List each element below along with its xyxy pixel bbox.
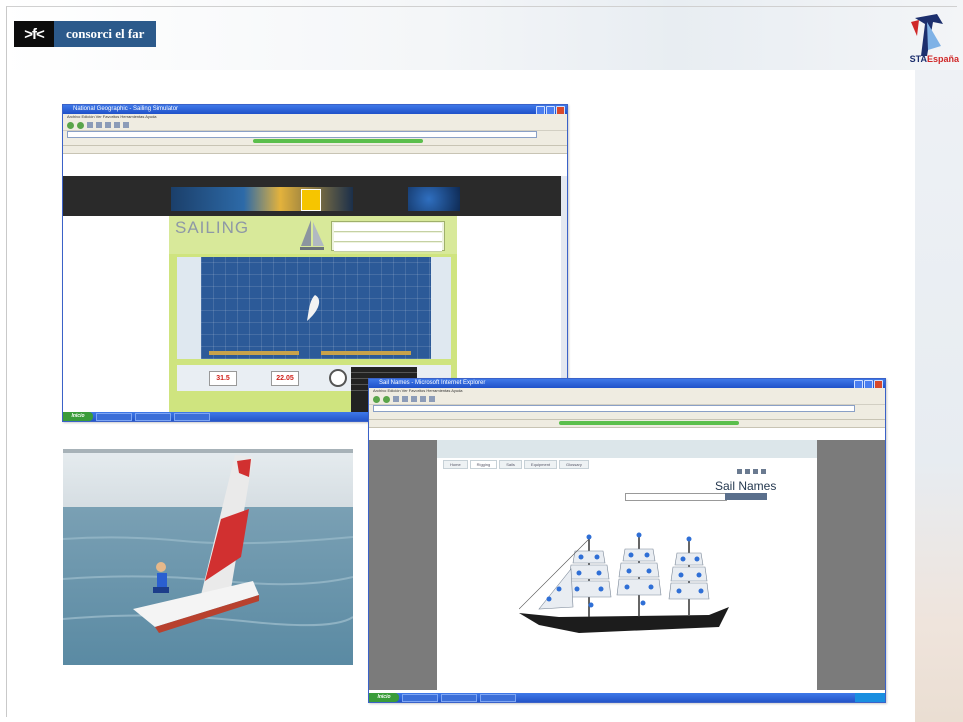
forward-icon[interactable]: [77, 121, 84, 129]
ng-logo-icon: [301, 189, 321, 211]
tab-rigging[interactable]: Rigging: [469, 460, 498, 469]
refresh-icon[interactable]: [96, 122, 102, 128]
logo-text: consorci el far: [54, 21, 157, 47]
close-button[interactable]: [556, 106, 565, 114]
sailing-address-field[interactable]: [67, 131, 537, 138]
sailing-window-title: National Geographic - Sailing Simulator: [73, 106, 179, 112]
ng-ad-image-2[interactable]: [408, 187, 460, 211]
search-icon[interactable]: [114, 122, 120, 128]
consorci-logo: >f< consorci el far: [14, 20, 157, 48]
favorites-icon[interactable]: [123, 122, 129, 128]
email-icon[interactable]: [745, 469, 750, 474]
minimize-button[interactable]: [854, 380, 863, 388]
setting-row-2[interactable]: [334, 233, 442, 242]
logo-mark: >f<: [14, 21, 54, 47]
page-right-margin: [817, 440, 885, 690]
sailnames-window-title: Sail Names - Microsoft Internet Explorer: [379, 380, 486, 386]
ship-type-select[interactable]: [625, 493, 727, 501]
maximize-button[interactable]: [546, 106, 555, 114]
readout-left: 31.5: [209, 371, 237, 386]
tab-sails[interactable]: Sails: [499, 460, 522, 469]
site-header: [437, 440, 817, 458]
ng-ad-image[interactable]: [171, 187, 353, 211]
sailing-links-bar-2: [63, 146, 567, 154]
setting-row-3[interactable]: [334, 243, 442, 252]
sailnames-toolbar: [369, 394, 885, 405]
refresh-icon[interactable]: [402, 396, 408, 402]
taskbar-item-3[interactable]: [480, 693, 516, 702]
sailnames-progress-bar: [559, 421, 739, 425]
3d-sailboat-image: [63, 449, 353, 665]
sta-logo-text: STAEspaña: [909, 54, 959, 64]
tab-equipment[interactable]: Equipment: [523, 460, 558, 469]
readout-right: 22.05: [271, 371, 299, 386]
page-tool-icons: [737, 469, 766, 474]
close-button[interactable]: [874, 380, 883, 388]
taskbar-item-1[interactable]: [402, 693, 438, 702]
boat-top-view-icon: [307, 295, 320, 321]
ocean-sliders: [201, 349, 431, 357]
ocean-left-panel: [177, 257, 202, 359]
sailboat-icon: [300, 220, 324, 250]
home-icon[interactable]: [105, 122, 111, 128]
sailnames-address-field[interactable]: [373, 405, 855, 412]
share-icon[interactable]: [753, 469, 758, 474]
slider-right[interactable]: [321, 351, 411, 355]
page-heading: Sail Names: [715, 479, 777, 493]
minimize-button[interactable]: [536, 106, 545, 114]
page-left-margin: [369, 440, 437, 690]
compass-icon[interactable]: [329, 369, 347, 387]
sailnames-links-bar: [369, 412, 885, 420]
sailing-game-title: SAILING: [175, 218, 250, 237]
stop-icon[interactable]: [87, 122, 93, 128]
slider-left[interactable]: [209, 351, 299, 355]
back-icon[interactable]: [373, 395, 380, 403]
slide: >f< consorci el far STAEspaña National G…: [0, 0, 963, 722]
sailing-toolbar: [63, 120, 567, 131]
tab-glossary[interactable]: Glossary: [559, 460, 589, 469]
stop-icon[interactable]: [393, 396, 399, 402]
setting-row-1[interactable]: [334, 223, 442, 232]
sailing-window-titlebar: National Geographic - Sailing Simulator: [63, 105, 567, 114]
sailing-scrollbar[interactable]: [561, 176, 567, 412]
sailing-progress-bar: [253, 139, 423, 143]
sailnames-window-titlebar: Sail Names - Microsoft Internet Explorer: [369, 379, 885, 388]
home-icon[interactable]: [411, 396, 417, 402]
help-icon[interactable]: [761, 469, 766, 474]
go-button[interactable]: [725, 493, 767, 500]
taskbar-item-3[interactable]: [174, 412, 210, 421]
ocean-right-panel: [431, 257, 451, 359]
maximize-button[interactable]: [864, 380, 873, 388]
sailing-links-bar: [63, 138, 567, 146]
back-icon[interactable]: [67, 121, 74, 129]
site-tabs: Home Rigging Sails Equipment Glossary: [443, 460, 589, 469]
start-button[interactable]: Inicio: [369, 693, 399, 702]
sailing-settings-box: [331, 221, 445, 252]
sailnames-address-row: [369, 405, 885, 412]
start-button[interactable]: Inicio: [63, 412, 93, 421]
forward-icon[interactable]: [383, 395, 390, 403]
search-icon[interactable]: [420, 396, 426, 402]
taskbar-item-1[interactable]: [96, 412, 132, 421]
taskbar-item-2[interactable]: [135, 412, 171, 421]
taskbar-item-2[interactable]: [441, 693, 477, 702]
sailnames-progress-row: [369, 420, 885, 428]
tab-home[interactable]: Home: [443, 460, 468, 469]
sail-names-browser-window: Sail Names - Microsoft Internet Explorer…: [368, 378, 886, 703]
sailing-browser-window: National Geographic - Sailing Simulator …: [62, 104, 568, 422]
favorites-icon[interactable]: [429, 396, 435, 402]
sailing-address-row: [63, 131, 567, 138]
print-icon[interactable]: [737, 469, 742, 474]
system-tray: [855, 693, 885, 702]
ocean-map[interactable]: [201, 257, 431, 359]
sailnames-taskbar: Inicio: [369, 693, 885, 702]
tall-ship-diagram: [519, 532, 729, 633]
